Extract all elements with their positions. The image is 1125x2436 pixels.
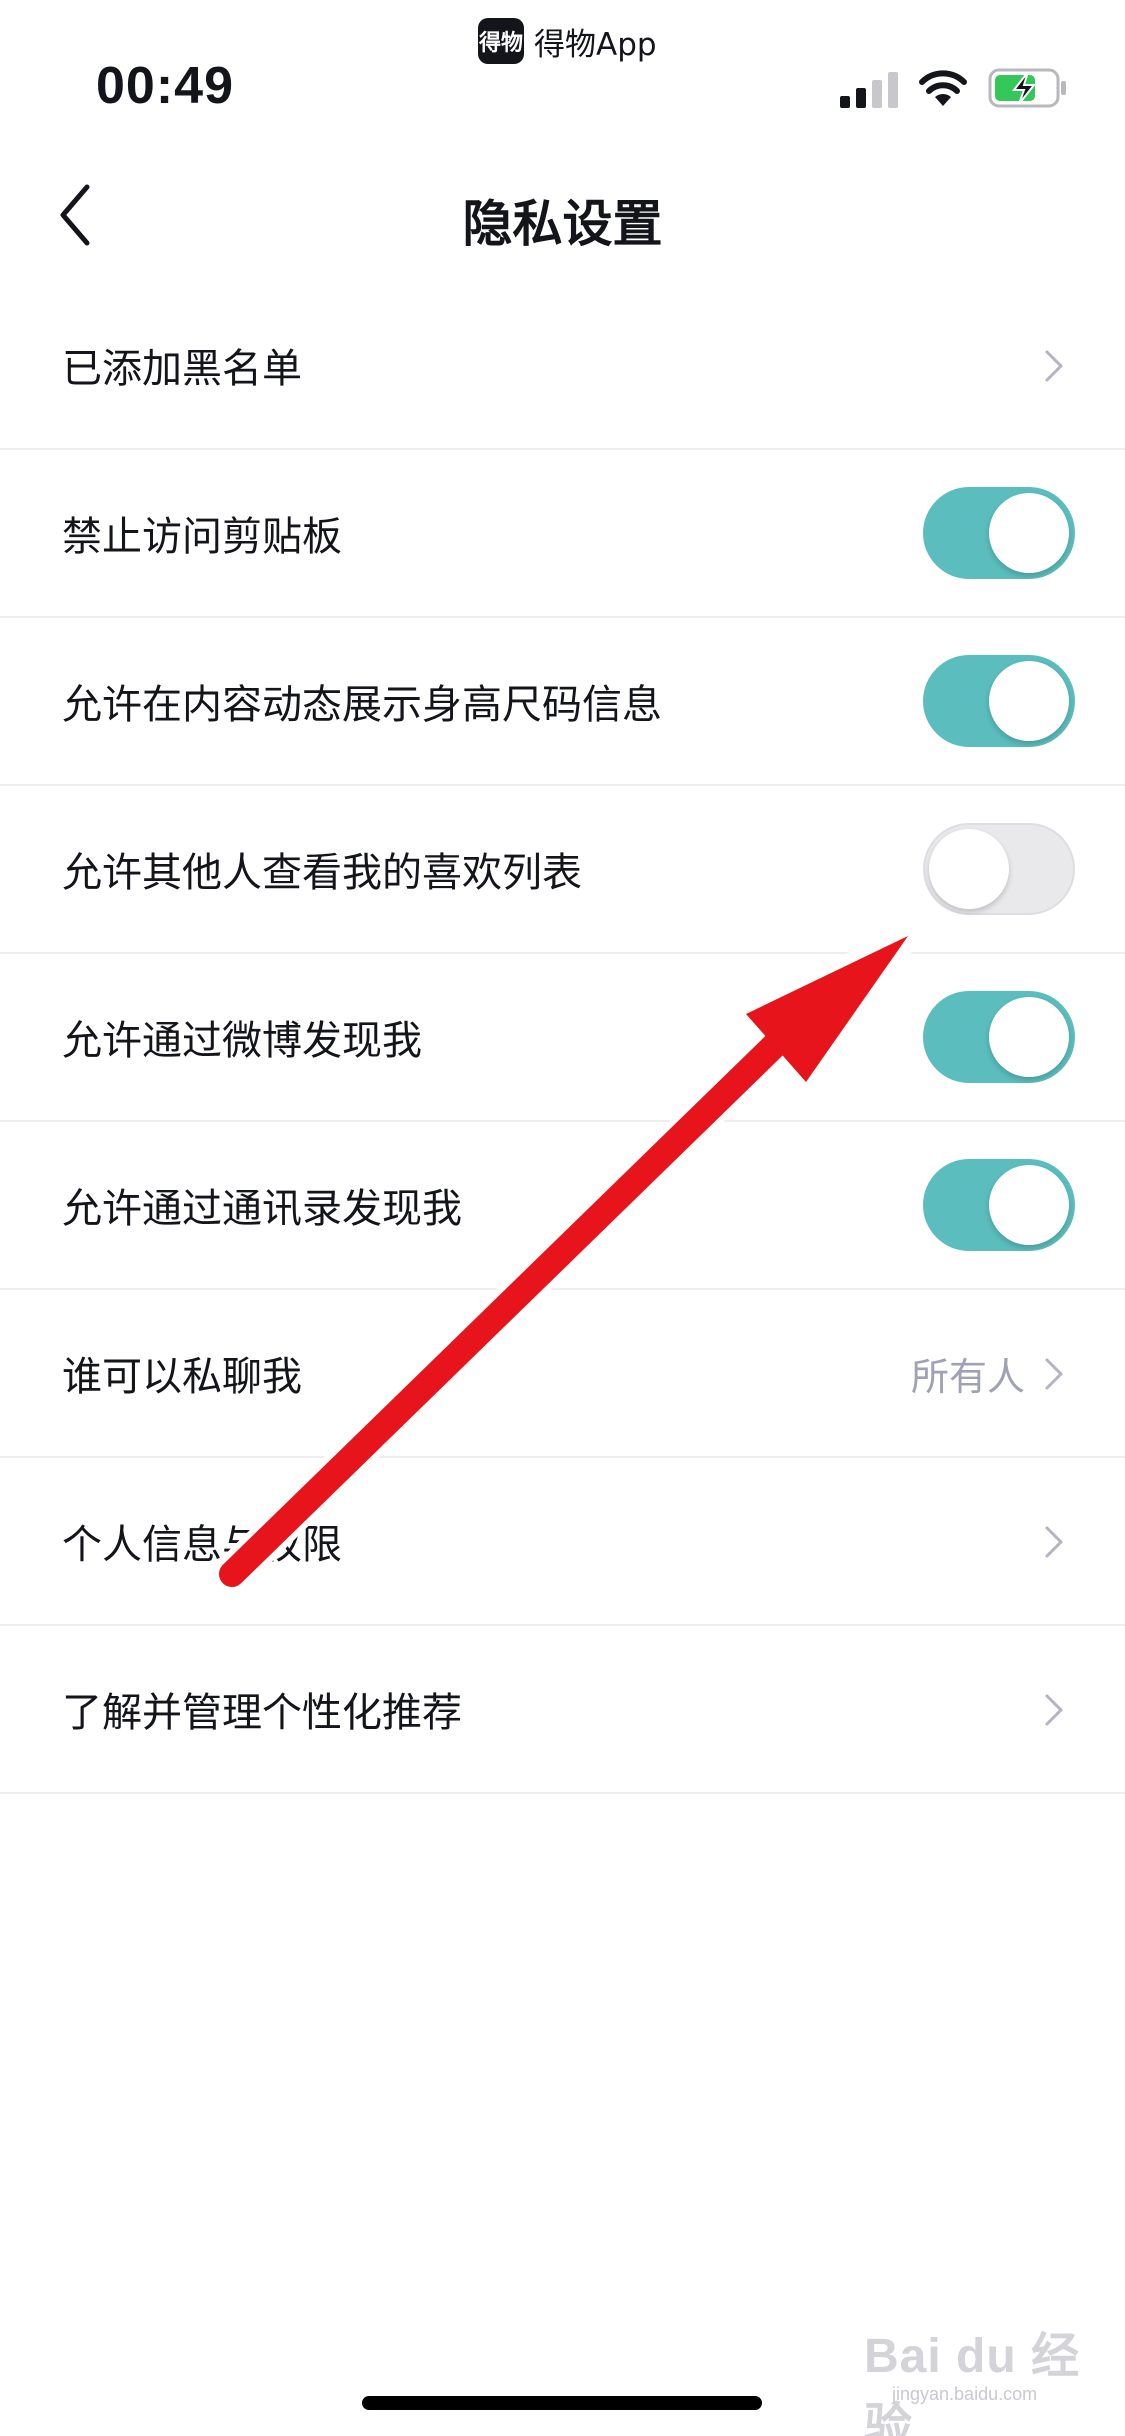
settings-list: 已添加黑名单 禁止访问剪贴板 允许在内容动态展示身高尺码信息 允许其他人查看我的… <box>0 282 1125 1794</box>
page-title: 隐私设置 <box>462 195 663 253</box>
setting-find-via-contacts: 允许通过通讯录发现我 <box>0 1122 1125 1290</box>
toggle-knob <box>989 661 1069 741</box>
setting-blacklist[interactable]: 已添加黑名单 <box>0 282 1125 450</box>
toggle-knob <box>929 829 1009 909</box>
status-bar: 得物 得物App 00:49 <box>0 0 1125 140</box>
nav-bar: 隐私设置 <box>0 160 1125 270</box>
chevron-right-icon <box>1045 1526 1063 1558</box>
setting-personalized-recommendations[interactable]: 了解并管理个性化推荐 <box>0 1626 1125 1794</box>
setting-label: 已添加黑名单 <box>62 346 302 392</box>
liked-list-visibility-toggle[interactable] <box>923 823 1075 915</box>
setting-label: 禁止访问剪贴板 <box>62 514 342 560</box>
setting-value: 所有人 <box>910 1354 1025 1399</box>
setting-label: 了解并管理个性化推荐 <box>62 1690 462 1736</box>
chevron-right-icon <box>1045 1358 1063 1390</box>
app-badge: 得物 得物App <box>478 18 657 64</box>
setting-liked-list-visibility: 允许其他人查看我的喜欢列表 <box>0 786 1125 954</box>
battery-charging-icon <box>988 68 1066 108</box>
chevron-right-icon <box>1045 350 1063 382</box>
app-badge-name: 得物App <box>534 26 657 63</box>
setting-who-can-message[interactable]: 谁可以私聊我 所有人 <box>0 1290 1125 1458</box>
setting-show-size-info: 允许在内容动态展示身高尺码信息 <box>0 618 1125 786</box>
toggle-knob <box>989 493 1069 573</box>
find-via-weibo-toggle[interactable] <box>923 991 1075 1083</box>
status-time: 00:49 <box>96 57 234 115</box>
baidu-watermark: Bai du 经验 jingyan.baidu.com <box>858 2308 1098 2436</box>
watermark-sub: jingyan.baidu.com <box>892 2384 1038 2404</box>
wifi-icon <box>919 70 967 106</box>
setting-label: 谁可以私聊我 <box>62 1354 302 1400</box>
watermark-text: Bai du 经验 <box>864 2330 1081 2436</box>
show-size-info-toggle[interactable] <box>923 655 1075 747</box>
setting-personal-info-permissions[interactable]: 个人信息与权限 <box>0 1458 1125 1626</box>
toggle-knob <box>989 1165 1069 1245</box>
chevron-right-icon <box>1045 1694 1063 1726</box>
setting-label: 允许其他人查看我的喜欢列表 <box>62 850 582 896</box>
block-clipboard-toggle[interactable] <box>923 487 1075 579</box>
setting-find-via-weibo: 允许通过微博发现我 <box>0 954 1125 1122</box>
app-logo-icon: 得物 <box>478 18 524 64</box>
setting-block-clipboard: 禁止访问剪贴板 <box>0 450 1125 618</box>
home-indicator <box>362 2396 762 2410</box>
toggle-knob <box>989 997 1069 1077</box>
cellular-signal-icon <box>840 72 898 108</box>
setting-label: 允许在内容动态展示身高尺码信息 <box>62 682 662 728</box>
setting-label: 个人信息与权限 <box>62 1522 342 1568</box>
setting-label: 允许通过微博发现我 <box>62 1018 422 1064</box>
find-via-contacts-toggle[interactable] <box>923 1159 1075 1251</box>
setting-label: 允许通过通讯录发现我 <box>62 1186 462 1232</box>
